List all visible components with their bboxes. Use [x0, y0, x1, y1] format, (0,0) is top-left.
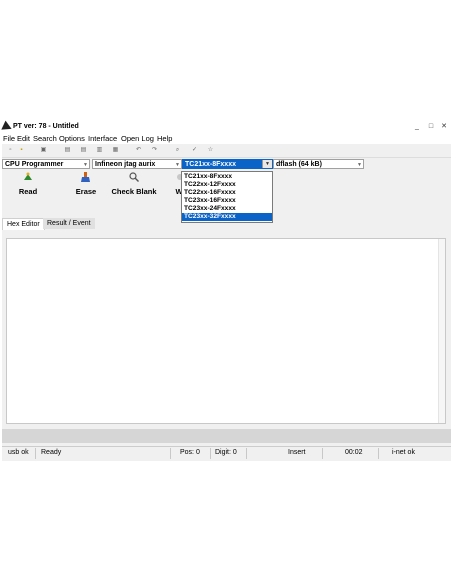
status-mode: Insert [288, 449, 306, 456]
minimize-button[interactable]: _ [410, 121, 424, 132]
menu-search[interactable]: Search [33, 134, 57, 143]
status-pos: Pos: 0 [180, 449, 200, 456]
menu-open-log[interactable]: Open Log [121, 134, 154, 143]
read-label: Read [18, 187, 38, 196]
chevron-down-icon: ▼ [357, 162, 362, 168]
interface-select[interactable]: Infineon jtag aurix ▼ [92, 159, 182, 169]
chip-option[interactable]: TC21xx-8Fxxxx [182, 173, 272, 181]
chip-option-highlighted[interactable]: TC23xx-32Fxxxx [182, 213, 272, 221]
programmer-select[interactable]: CPU Programmer ▼ [2, 159, 90, 169]
redo-icon[interactable]: ↷ [151, 147, 158, 154]
print-icon[interactable]: ▦ [112, 147, 119, 154]
status-net: i-net ok [392, 449, 415, 456]
progress-strip [2, 429, 451, 443]
check-blank-button[interactable]: Check Blank [110, 171, 158, 196]
memory-select-value: dflash (64 kB) [276, 161, 322, 168]
interface-select-value: Infineon jtag aurix [95, 161, 156, 168]
status-divider [246, 448, 247, 459]
check-blank-label: Check Blank [111, 187, 157, 196]
chevron-down-icon: ▼ [83, 162, 88, 168]
undo-icon[interactable]: ↶ [135, 147, 142, 154]
cut-icon[interactable]: ▤ [64, 147, 71, 154]
chip-option[interactable]: TC22xx-16Fxxxx [182, 189, 272, 197]
menu-bar: File Edit Search Options Interface Open … [2, 133, 451, 144]
open-icon[interactable]: ▪ [18, 147, 25, 154]
menu-edit[interactable]: Edit [17, 134, 30, 143]
copy-icon[interactable]: ▤ [80, 147, 87, 154]
chip-select[interactable]: TC21xx-8Fxxxx ▼ [182, 159, 273, 169]
title-bar: PT ver: 78 - Untitled _ □ ✕ [1, 120, 451, 134]
programmer-select-value: CPU Programmer [5, 161, 64, 168]
icon-toolbar: ▫ ▪ ▣ ▤ ▤ ▥ ▦ ↶ ↷ ⌕ ✓ ☆ [2, 144, 451, 158]
maximize-button[interactable]: □ [424, 121, 438, 132]
chevron-down-icon: ▼ [262, 160, 272, 168]
status-divider [378, 448, 379, 459]
read-icon [24, 172, 32, 180]
status-usb: usb ok [8, 449, 29, 456]
status-digit: Digit: 0 [215, 449, 237, 456]
status-bar: usb ok Ready Pos: 0 Digit: 0 Insert 00:0… [2, 446, 451, 460]
hex-editor-pane[interactable] [6, 238, 446, 424]
magnifier-icon [129, 172, 139, 182]
chevron-down-icon: ▼ [175, 162, 180, 168]
menu-help[interactable]: Help [157, 134, 172, 143]
chip-dropdown-list: TC21xx-8Fxxxx TC22xx-12Fxxxx TC22xx-16Fx… [181, 171, 273, 223]
paste-icon[interactable]: ▥ [96, 147, 103, 154]
star-icon[interactable]: ☆ [207, 147, 214, 154]
save-icon[interactable]: ▣ [40, 147, 47, 154]
status-divider [170, 448, 171, 459]
vertical-scrollbar[interactable] [438, 239, 445, 423]
find-icon[interactable]: ⌕ [174, 147, 181, 154]
tab-result-event[interactable]: Result / Event [43, 218, 95, 229]
erase-button[interactable]: Erase [74, 171, 98, 196]
chip-option[interactable]: TC23xx-24Fxxxx [182, 205, 272, 213]
erase-label: Erase [75, 187, 97, 196]
tab-hex-editor[interactable]: Hex Editor [2, 218, 45, 230]
chip-option[interactable]: TC22xx-12Fxxxx [182, 181, 272, 189]
status-divider [210, 448, 211, 459]
new-icon[interactable]: ▫ [7, 147, 14, 154]
status-time: 00:02 [345, 449, 363, 456]
status-divider [322, 448, 323, 459]
close-button[interactable]: ✕ [437, 121, 451, 132]
read-button[interactable]: Read [16, 171, 40, 196]
window-title: PT ver: 78 - Untitled [13, 123, 79, 130]
memory-select[interactable]: dflash (64 kB) ▼ [273, 159, 364, 169]
menu-interface[interactable]: Interface [88, 134, 117, 143]
menu-file[interactable]: File [3, 134, 15, 143]
status-divider [35, 448, 36, 459]
erase-icon [81, 172, 90, 182]
app-logo-icon [1, 120, 14, 134]
chip-select-value: TC21xx-8Fxxxx [185, 161, 236, 168]
chip-option[interactable]: TC23xx-16Fxxxx [182, 197, 272, 205]
status-state: Ready [41, 449, 62, 456]
check-icon[interactable]: ✓ [191, 147, 198, 154]
menu-options[interactable]: Options [59, 134, 85, 143]
